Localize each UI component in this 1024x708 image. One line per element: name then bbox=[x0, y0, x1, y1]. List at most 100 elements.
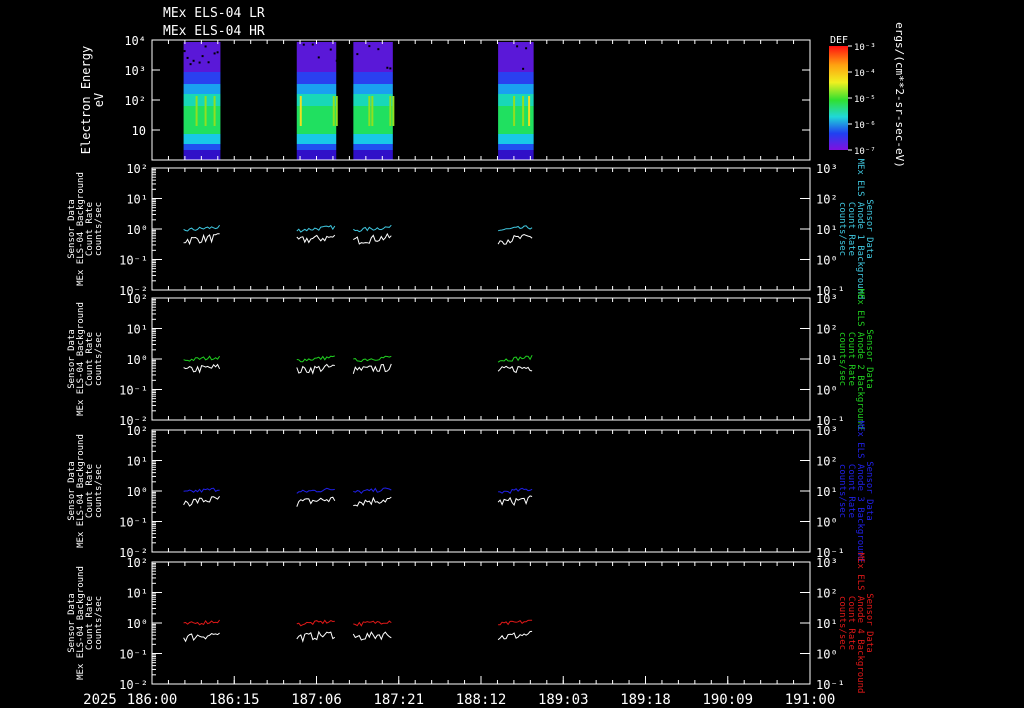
spectrogram-gap bbox=[389, 67, 392, 70]
spectrogram-ytick-label: 10² bbox=[124, 94, 146, 108]
panel-ytick-label: 10¹ bbox=[126, 323, 148, 337]
spectrogram-gap bbox=[386, 66, 389, 69]
spectrogram-band bbox=[183, 150, 221, 160]
spectrogram-band bbox=[183, 72, 221, 84]
spectrogram-gap bbox=[522, 67, 525, 70]
spectrogram-band bbox=[353, 84, 393, 94]
panel-ytick-label: 10⁰ bbox=[126, 223, 148, 237]
spectrogram-gap bbox=[377, 48, 380, 51]
panel-ylabel-line: counts/sec bbox=[94, 202, 104, 256]
xtick-label: 187:06 bbox=[291, 692, 342, 708]
panel-ytick-right-label: 10³ bbox=[816, 424, 838, 438]
xtick-label: 186:15 bbox=[209, 692, 260, 708]
panel-ytick-label: 10⁻¹ bbox=[119, 648, 148, 662]
panel-ytick-label: 10¹ bbox=[126, 587, 148, 601]
spectrogram-ytick-label: 10⁴ bbox=[124, 34, 146, 48]
spectrogram-hot-column bbox=[332, 96, 335, 126]
panel-ylabel-line: counts/sec bbox=[94, 464, 104, 518]
spectrogram-hot-column bbox=[195, 96, 198, 126]
panel-ylabel-line: counts/sec bbox=[94, 596, 104, 650]
year-label: 2025 bbox=[83, 692, 117, 708]
panel-ytick-label: 10⁻¹ bbox=[119, 384, 148, 398]
panel-ytick-right-label: 10¹ bbox=[816, 353, 838, 367]
panel-ytick-right-label: 10² bbox=[816, 193, 838, 207]
spectrogram-gap bbox=[302, 43, 305, 46]
panel-ytick-right-label: 10³ bbox=[816, 162, 838, 176]
panel-ytick-right-label: 10¹ bbox=[816, 223, 838, 237]
spectrogram-hot-column bbox=[389, 96, 392, 126]
spectrogram-gap bbox=[201, 55, 204, 58]
panel-ytick-right-label: 10¹ bbox=[816, 485, 838, 499]
panel-ytick-label: 10⁰ bbox=[126, 485, 148, 499]
spectrogram-band bbox=[353, 72, 393, 84]
spectrogram-band bbox=[296, 42, 337, 72]
colorbar-tick-label: 10⁻⁷ bbox=[854, 147, 876, 157]
xtick-label: 189:18 bbox=[620, 692, 671, 708]
panel-ytick-right-label: 10⁰ bbox=[816, 254, 838, 268]
els-summary-plot: MEx ELS-04 LR MEx ELS-04 HR 10⁴ 10³ 10² 10 E… bbox=[0, 0, 1024, 708]
spectrogram-gap bbox=[189, 63, 192, 66]
spectrogram-gap bbox=[204, 45, 207, 48]
spectrogram-band bbox=[498, 134, 534, 144]
panel-ytick-label: 10⁰ bbox=[126, 617, 148, 631]
panel-ytick-right-label: 10² bbox=[816, 455, 838, 469]
spectrogram-block bbox=[183, 42, 221, 160]
panel-ytick-right-label: 10⁰ bbox=[816, 384, 838, 398]
panel-ytick-label: 10⁻¹ bbox=[119, 254, 148, 268]
panel-ytick-label: 10⁻¹ bbox=[119, 516, 148, 530]
panel-ytick-label: 10¹ bbox=[126, 193, 148, 207]
spectrogram-yunit: eV bbox=[92, 93, 106, 107]
spectrogram-band bbox=[296, 144, 337, 150]
panel-ytick-right-label: 10¹ bbox=[816, 617, 838, 631]
spectrogram-band bbox=[183, 134, 221, 144]
spectrogram-gap bbox=[192, 59, 195, 62]
spectrogram-hot-column bbox=[371, 96, 374, 126]
spectrogram-gap bbox=[335, 59, 338, 62]
spectrogram-block bbox=[296, 42, 338, 160]
xtick-label: 187:21 bbox=[373, 692, 424, 708]
panel-ytick-right-label: 10⁰ bbox=[816, 516, 838, 530]
spectrogram-block bbox=[498, 42, 534, 160]
colorbar-scale bbox=[829, 46, 848, 150]
spectrogram-band bbox=[183, 84, 221, 94]
xtick-label: 188:12 bbox=[456, 692, 507, 708]
spectrogram-gap bbox=[311, 43, 314, 46]
panel-ytick-label: 10² bbox=[126, 424, 148, 438]
panel-ytick-label: 10² bbox=[126, 162, 148, 176]
spectrogram-gap bbox=[516, 45, 519, 48]
spectrogram-band bbox=[498, 42, 534, 72]
panel-ytick-right-label: 10⁻¹ bbox=[816, 678, 845, 692]
spectrogram-ytick-label: 10³ bbox=[124, 64, 146, 78]
spectrogram-band bbox=[296, 94, 337, 106]
panel-ytick-right-label: 10³ bbox=[816, 292, 838, 306]
panel-ytick-label: 10⁻² bbox=[119, 678, 148, 692]
spectrogram-band bbox=[498, 144, 534, 150]
panel-ytick-right-label: 10³ bbox=[816, 556, 838, 570]
panel-right-label-line: counts/sec bbox=[837, 332, 847, 386]
colorbar-label: DEF bbox=[830, 35, 848, 46]
spectrogram-gap bbox=[186, 56, 189, 59]
spectrogram-hot-column bbox=[392, 96, 395, 126]
spectrogram-gap bbox=[317, 56, 320, 59]
spectrogram-gap bbox=[525, 47, 528, 50]
title-hr: MEx ELS-04 HR bbox=[163, 24, 265, 39]
spectrogram-gap bbox=[368, 45, 371, 48]
title-lr: MEx ELS-04 LR bbox=[163, 6, 265, 21]
spectrogram-hot-column bbox=[522, 96, 525, 126]
spectrogram-band bbox=[353, 134, 393, 144]
panel-right-label-line: counts/sec bbox=[837, 464, 847, 518]
panel-right-label-line: counts/sec bbox=[837, 202, 847, 256]
panel-ylabel-line: counts/sec bbox=[94, 332, 104, 386]
colorbar-tick-label: 10⁻⁶ bbox=[854, 121, 876, 131]
spectrogram-hot-column bbox=[213, 96, 216, 126]
spectrogram-ytick-label: 10 bbox=[132, 124, 146, 138]
spectrogram-hot-column bbox=[513, 96, 516, 126]
spectrogram-band bbox=[296, 72, 337, 84]
colorbar-tick-label: 10⁻⁵ bbox=[854, 95, 876, 105]
spectrogram-band bbox=[498, 72, 534, 84]
panel-ytick-label: 10² bbox=[126, 292, 148, 306]
panel-ytick-right-label: 10² bbox=[816, 587, 838, 601]
panel-ytick-label: 10¹ bbox=[126, 455, 148, 469]
spectrogram-gap bbox=[207, 61, 210, 64]
spectrogram-gap bbox=[329, 48, 332, 51]
